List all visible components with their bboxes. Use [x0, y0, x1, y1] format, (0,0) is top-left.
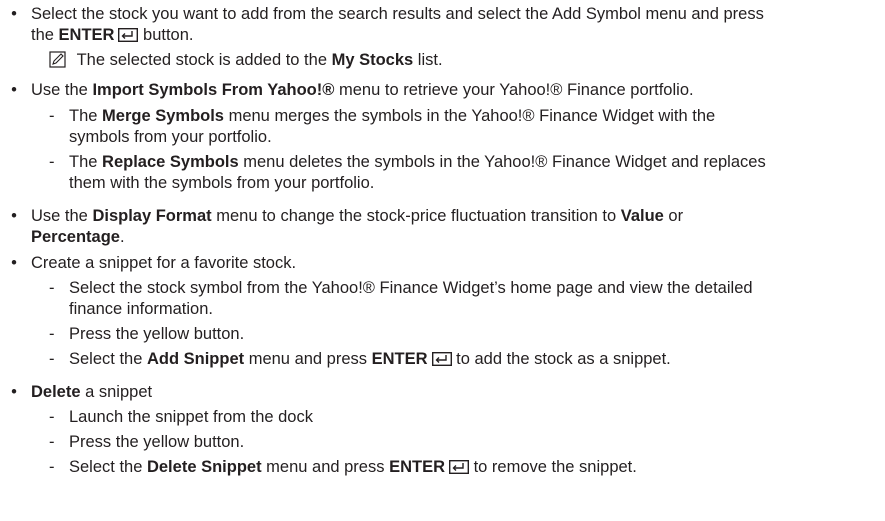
bullet-marker: •: [11, 254, 17, 272]
dash-marker: -: [49, 153, 55, 171]
bullet-marker: •: [11, 207, 17, 225]
bullet-3-line-1: Use the Display Format menu to change th…: [31, 207, 684, 225]
bullet-4-sub-1-line-2: finance information.: [69, 300, 213, 318]
bullet-5-sub-1: Launch the snippet from the dock: [69, 408, 313, 426]
dash-marker: -: [49, 350, 55, 368]
bullet-2-sub-1-line-2: symbols from your portfolio.: [69, 128, 272, 146]
bullet-marker: •: [11, 383, 17, 401]
bullet-5-sub-3: Select the Delete Snippet menu and press…: [69, 458, 637, 476]
bullet-1-line-1: Select the stock you want to add from th…: [31, 5, 764, 23]
bullet-marker: •: [11, 5, 17, 23]
bullet-2-sub-2-line-2: them with the symbols from your portfoli…: [69, 174, 375, 192]
enter-key-icon: [431, 352, 452, 366]
bullet-1-line-2: the ENTER button.: [31, 26, 194, 44]
bullet-4-sub-1-line-1: Select the stock symbol from the Yahoo!®…: [69, 279, 753, 297]
manual-page: { "b1": { "l1": "Select the stock you wa…: [0, 0, 885, 521]
note-pencil-icon: [49, 51, 66, 68]
dash-marker: -: [49, 458, 55, 476]
bullet-5-sub-2: Press the yellow button.: [69, 433, 245, 451]
enter-key-icon: [118, 28, 139, 42]
bullet-2-sub-1-line-1: The Merge Symbols menu merges the symbol…: [69, 107, 716, 125]
bullet-4-sub-2: Press the yellow button.: [69, 325, 245, 343]
dash-marker: -: [49, 325, 55, 343]
dash-marker: -: [49, 408, 55, 426]
note-line: The selected stock is added to the My St…: [49, 50, 443, 70]
bullet-marker: •: [11, 81, 17, 99]
dash-marker: -: [49, 279, 55, 297]
bullet-3-line-2: Percentage.: [31, 228, 125, 246]
dash-marker: -: [49, 107, 55, 125]
bullet-4-sub-3: Select the Add Snippet menu and press EN…: [69, 350, 671, 368]
bullet-4-line-1: Create a snippet for a favorite stock.: [31, 254, 297, 272]
bullet-5-line-1: Delete a snippet: [31, 383, 153, 401]
bullet-2-line-1: Use the Import Symbols From Yahoo!® menu…: [31, 81, 694, 99]
bullet-2-sub-2-line-1: The Replace Symbols menu deletes the sym…: [69, 153, 766, 171]
enter-key-icon: [449, 460, 469, 474]
dash-marker: -: [49, 433, 55, 451]
